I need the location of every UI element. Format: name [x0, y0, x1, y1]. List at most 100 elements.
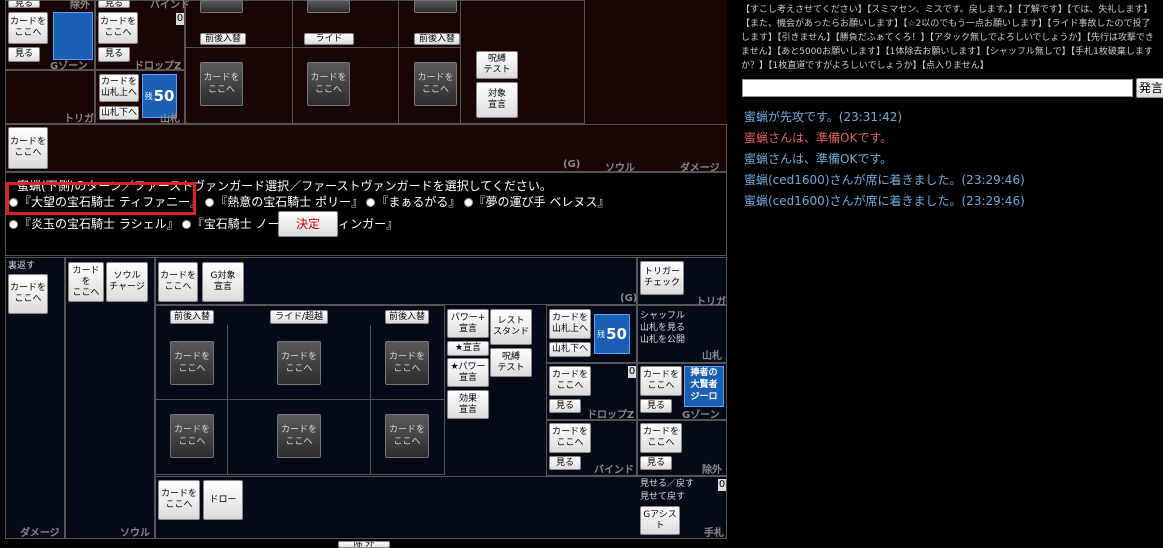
- radio-icon[interactable]: [205, 198, 215, 207]
- opp-swap-button-2[interactable]: 前後入替: [414, 33, 460, 45]
- chat-message: 蜜蝋(ced1600)さんが席に着きました。(23:29:46): [744, 173, 1025, 187]
- opp-circle-divider-2: [398, 0, 399, 124]
- option-polly[interactable]: 『熱意の宝石騎士 ポリー』: [205, 195, 363, 209]
- player-bind-see-button[interactable]: 見る: [549, 456, 581, 470]
- opp-rear-guard-2[interactable]: [307, 0, 350, 13]
- g-target-declare-button[interactable]: G対象 宣言: [202, 262, 244, 302]
- opp-card-here-button-1[interactable]: カードを ここへ: [8, 12, 48, 44]
- player-deck-top-button[interactable]: カードを 山札上へ: [549, 309, 591, 339]
- opp-circle-divider-1: [292, 0, 293, 124]
- opp-front-circle-1[interactable]: カードを ここへ: [200, 62, 243, 106]
- draw-button[interactable]: ドロー: [203, 480, 243, 520]
- star-power-declare-button[interactable]: ★パワー 宣言: [447, 358, 489, 387]
- opp-deck-bottom-button[interactable]: 山札下へ: [99, 106, 139, 120]
- quick-phrase-list[interactable]: 【すこし考えさせてください】【スミマセン、ミスです。戻します。】【了解です】【で…: [741, 3, 1159, 73]
- reveal-deck-link[interactable]: 山札を公開: [640, 335, 685, 346]
- chat-message: 蜜蝋が先攻です。(23:31:42): [744, 110, 903, 124]
- player-soul-card-here-button[interactable]: カードを ここへ: [68, 262, 104, 302]
- effect-declare-button[interactable]: 効果 宣言: [447, 390, 489, 419]
- player-g-card-here-button[interactable]: カードを ここへ: [158, 262, 198, 302]
- player-deck-stack[interactable]: 残 50: [594, 314, 630, 354]
- player-deck-bottom-button[interactable]: 山札下へ: [549, 342, 591, 357]
- player-curse-test-button[interactable]: 呪縛 テスト: [490, 348, 532, 377]
- player-damage-card-here-button[interactable]: カードを ここへ: [8, 274, 48, 314]
- chat-input[interactable]: [742, 79, 1133, 97]
- opp-g-label: (G): [563, 159, 581, 170]
- send-button[interactable]: 発言: [1136, 78, 1163, 98]
- opp-ride-button[interactable]: ライド: [304, 33, 354, 45]
- player-drop-see-button[interactable]: 見る: [549, 399, 581, 413]
- player-gzone-label: Gゾーン: [682, 410, 720, 421]
- opp-deck-label: 山札: [160, 114, 180, 125]
- highlight-box: [6, 182, 196, 215]
- view-deck-link[interactable]: 山札を見る: [640, 323, 685, 334]
- show-and-return-label: 見せて戻す: [640, 492, 686, 502]
- opp-circle-rowline: [185, 47, 460, 48]
- opp-see-button-1[interactable]: 見る: [8, 0, 40, 8]
- player-circle-divider-1: [227, 325, 228, 475]
- chat-message: 蜜蝋(ced1600)さんが席に着きました。(23:29:46): [744, 194, 1025, 208]
- player-swap-button-1[interactable]: 前後入替: [170, 310, 214, 324]
- radio-icon[interactable]: [463, 198, 473, 207]
- opp-vanguard-circle[interactable]: カードを ここへ: [307, 62, 350, 106]
- player-dropzone-label: ドロップZ: [587, 410, 635, 421]
- player-back-circle-1[interactable]: カードを ここへ: [170, 414, 214, 458]
- player-swap-button-2[interactable]: 前後入替: [385, 310, 429, 324]
- opp-top-see-2[interactable]: 見る: [98, 0, 130, 8]
- opp-drop-see-button[interactable]: 見る: [98, 47, 130, 62]
- option-maarugaru[interactable]: 『まぁるがる』: [366, 195, 460, 209]
- opp-trigger-label: トリガ: [64, 114, 94, 125]
- decide-button[interactable]: 決定: [278, 211, 338, 237]
- player-drop-card-here-button[interactable]: カードを ここへ: [549, 366, 591, 396]
- radio-icon[interactable]: [181, 220, 191, 229]
- option-belenus[interactable]: 『夢の運び手 ベレヌス』: [463, 195, 609, 209]
- player-circle-rowline: [155, 399, 445, 400]
- player-g-label: (G): [620, 293, 638, 304]
- player-front-circle-1[interactable]: カードを ここへ: [170, 341, 214, 385]
- player-front-circle-3[interactable]: カードを ここへ: [385, 341, 429, 385]
- opp-rear-guard-3[interactable]: [414, 0, 457, 13]
- player-bind-card-here-button[interactable]: カードを ここへ: [549, 423, 591, 453]
- opp-drop-card-here-button[interactable]: カードを ここへ: [98, 12, 138, 44]
- power-declare-button[interactable]: パワー+ 宣言: [447, 309, 489, 338]
- player-gzone-see-button[interactable]: 見る: [640, 399, 672, 413]
- opp-front-circle-3[interactable]: カードを ここへ: [414, 62, 457, 106]
- rest-stand-button[interactable]: レスト スタンド: [490, 309, 532, 345]
- player-ride-stride-button[interactable]: ライド/超越: [270, 310, 328, 324]
- chat-message: 蜜蝋さんは、準備OKです。: [744, 131, 893, 145]
- bottom-cut-button[interactable]: 除 外: [338, 541, 390, 548]
- player-circle-divider-2: [370, 325, 371, 475]
- opp-curse-test-button[interactable]: 呪縛 テスト: [476, 51, 518, 79]
- star-declare-button[interactable]: ★宣言: [447, 341, 489, 356]
- player-jyogai-card-here-button[interactable]: カードを ここへ: [640, 423, 682, 453]
- player-jyogai-see-button[interactable]: 見る: [640, 456, 672, 470]
- trigger-check-button[interactable]: トリガー チェック: [640, 261, 684, 295]
- opp-rear-guard-1[interactable]: [200, 0, 243, 13]
- soul-charge-button[interactable]: ソウル チャージ: [106, 262, 148, 302]
- player-hand-label: 手札: [704, 528, 724, 539]
- show-return-label: 見せる／戻す: [640, 479, 695, 489]
- player-jyogai-label: 除外: [702, 465, 722, 476]
- radio-icon[interactable]: [366, 198, 376, 207]
- player-vanguard-circle[interactable]: カードを ここへ: [277, 341, 321, 385]
- player-back-circle-2[interactable]: カードを ここへ: [277, 414, 321, 458]
- opp-see-button-2[interactable]: 見る: [8, 47, 40, 62]
- shuffle-link[interactable]: シャッフル: [640, 311, 685, 322]
- player-gzone-card-here-button[interactable]: カードを ここへ: [640, 366, 682, 396]
- g-unit-card[interactable]: 捧者の 大賢者 ジーロ: [684, 366, 724, 407]
- player-bind-label: バインド: [594, 465, 634, 476]
- player-drop-count: 0: [628, 366, 636, 378]
- g-assist-button[interactable]: Gアシスト: [640, 506, 680, 535]
- radio-icon[interactable]: [9, 220, 18, 229]
- option-rachel[interactable]: 『炎玉の宝石騎士 ラシェル』: [9, 217, 179, 231]
- player-damage-label: ダメージ: [20, 528, 60, 539]
- opp-damage-card-here-button[interactable]: カードを ここへ: [8, 127, 48, 169]
- opp-deck-top-button[interactable]: カードを 山札上へ: [99, 74, 139, 102]
- opp-target-declare-button[interactable]: 対象 宣言: [476, 82, 518, 118]
- player-hand-card-here-button[interactable]: カードを ここへ: [158, 480, 200, 520]
- opp-bind-label: バインド: [150, 0, 190, 11]
- player-back-circle-3[interactable]: カードを ここへ: [385, 414, 429, 458]
- opp-circle-divider-3: [460, 0, 461, 124]
- player-deck-label: 山札: [702, 351, 722, 362]
- opp-swap-button-1[interactable]: 前後入替: [200, 33, 246, 45]
